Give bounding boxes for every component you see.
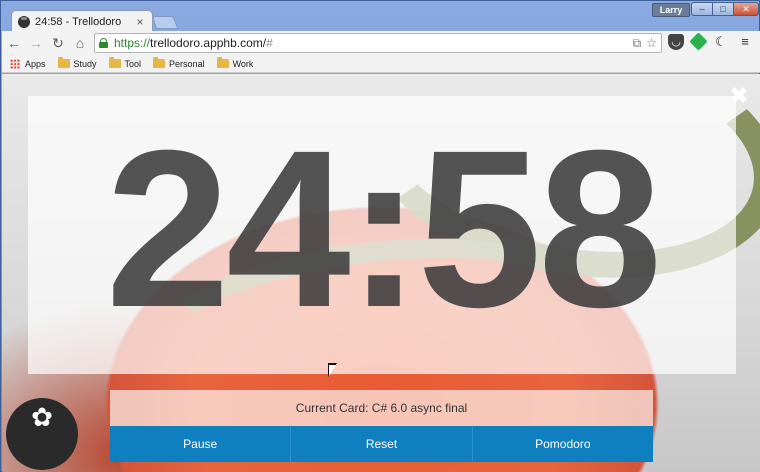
reload-icon[interactable]: ↻	[48, 33, 68, 53]
reset-button[interactable]: Reset	[291, 426, 473, 462]
bookmark-study[interactable]: Study	[57, 57, 97, 69]
tab-trellodoro[interactable]: 24:58 - Trellodoro ×	[11, 10, 153, 32]
home-icon[interactable]: ⌂	[70, 33, 90, 53]
folder-icon	[153, 57, 166, 68]
pomodoro-button[interactable]: Pomodoro	[472, 426, 653, 462]
new-tab-button[interactable]	[151, 16, 179, 29]
apps-grid-icon	[10, 58, 20, 69]
lock-icon	[99, 38, 108, 48]
tomato-favicon-icon	[18, 15, 30, 28]
mouse-cursor-fill	[329, 365, 336, 376]
close-window-button[interactable]: ✕	[733, 2, 759, 16]
url-hash: #	[266, 36, 273, 50]
tomato-leaf-icon: ✿	[31, 402, 53, 432]
address-bar[interactable]: https:// trellodoro.apphb.com/ # ⧉ ☆	[94, 33, 662, 53]
current-card-label: Current Card: C# 6.0 async final	[110, 390, 653, 426]
url-host: trellodoro.apphb.com/	[150, 36, 267, 50]
bookmark-label: Apps	[25, 58, 46, 69]
bookmark-label: Tool	[124, 58, 142, 69]
browser-toolbar: ← → ↻ ⌂ https:// trellodoro.apphb.com/ #…	[2, 31, 760, 55]
tab-strip: 24:58 - Trellodoro × Larry – □ ✕	[1, 1, 760, 32]
url-scheme: https://	[114, 36, 151, 50]
bookmark-label: Study	[73, 58, 97, 69]
trellodoro-page: 24:58 ✖ Current Card: C# 6.0 async final…	[2, 74, 760, 472]
bookmark-star-icon[interactable]: ☆	[646, 36, 657, 51]
back-icon[interactable]: ←	[4, 33, 24, 53]
forward-icon[interactable]: →	[26, 33, 46, 53]
bookmark-tool[interactable]: Tool	[108, 57, 142, 69]
browser-window: 24:58 - Trellodoro × Larry – □ ✕ ← → ↻ ⌂…	[0, 0, 760, 472]
omnibox-actions: ⧉ ☆	[633, 36, 657, 51]
close-icon[interactable]: ✖	[729, 85, 749, 107]
tab-close-icon[interactable]: ×	[134, 15, 146, 29]
extension-icons: ◡ ☾ ≡	[668, 32, 753, 51]
minimize-button[interactable]: –	[691, 2, 713, 16]
bookmarks-bar: Apps Study Tool Personal Work	[2, 55, 760, 73]
folder-icon	[57, 57, 70, 68]
folder-icon	[108, 57, 121, 68]
countdown-timer: 24:58	[105, 104, 663, 354]
maximize-button[interactable]: □	[712, 2, 734, 16]
folder-icon	[216, 57, 229, 68]
bookmark-personal[interactable]: Personal	[153, 57, 205, 69]
pause-button[interactable]: Pause	[110, 426, 292, 462]
pocket-icon[interactable]: ◡	[668, 34, 684, 50]
chrome-menu-icon[interactable]: ≡	[737, 34, 753, 50]
bookmark-label: Personal	[169, 58, 205, 69]
moon-icon[interactable]: ☾	[713, 34, 729, 50]
timer-controls: Pause Reset Pomodoro	[110, 426, 653, 462]
bookmark-apps[interactable]: Apps	[10, 58, 46, 69]
tomato-logo: ✿	[6, 398, 78, 470]
tab-title: 24:58 - Trellodoro	[35, 15, 122, 28]
page-action-icon[interactable]: ⧉	[633, 36, 642, 51]
bookmark-label: Work	[232, 58, 254, 69]
profile-button[interactable]: Larry	[652, 3, 690, 17]
bookmark-work[interactable]: Work	[216, 57, 254, 69]
feedly-icon[interactable]	[689, 32, 708, 51]
